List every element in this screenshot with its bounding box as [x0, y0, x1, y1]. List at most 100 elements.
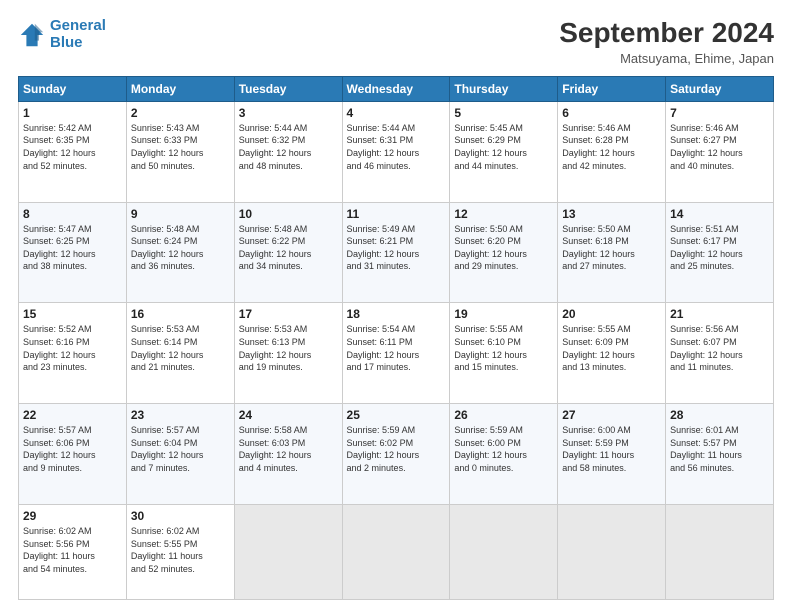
calendar-cell: 5Sunrise: 5:45 AM Sunset: 6:29 PM Daylig… [450, 101, 558, 202]
day-number: 5 [454, 106, 553, 120]
logo-blue: Blue [50, 34, 83, 51]
day-number: 15 [23, 307, 122, 321]
day-number: 8 [23, 207, 122, 221]
day-number: 26 [454, 408, 553, 422]
day-number: 29 [23, 509, 122, 523]
day-info: Sunrise: 5:46 AM Sunset: 6:28 PM Dayligh… [562, 122, 661, 172]
day-info: Sunrise: 5:43 AM Sunset: 6:33 PM Dayligh… [131, 122, 230, 172]
page: General Blue September 2024 Matsuyama, E… [0, 0, 792, 612]
calendar-cell: 21 Sunrise: 5:56 AM Sunset: 6:07 PM Dayli… [666, 303, 774, 404]
day-number: 25 [347, 408, 446, 422]
day-info: Sunrise: 6:00 AM Sunset: 5:59 PM Dayligh… [562, 424, 661, 474]
day-info: Sunrise: 5:48 AM Sunset: 6:22 PM Dayligh… [239, 223, 338, 273]
calendar-cell: 8 Sunrise: 5:47 AM Sunset: 6:25 PM Daylig… [19, 202, 127, 303]
location: Matsuyama, Ehime, Japan [559, 51, 774, 66]
logo: General Blue [18, 18, 106, 51]
day-number: 12 [454, 207, 553, 221]
day-info: Sunrise: 5:44 AM Sunset: 6:31 PM Dayligh… [347, 122, 446, 172]
calendar-cell: 16Sunrise: 5:53 AM Sunset: 6:14 PM Dayli… [126, 303, 234, 404]
calendar-cell: 19 Sunrise: 5:55 AM Sunset: 6:10 PM Dayli… [450, 303, 558, 404]
weekday-header: Monday [126, 76, 234, 101]
calendar-cell: 28 Sunrise: 6:01 AM Sunset: 5:57 PM Dayli… [666, 404, 774, 505]
calendar-cell: 25 Sunrise: 5:59 AM Sunset: 6:02 PM Dayli… [342, 404, 450, 505]
day-info: Sunrise: 5:47 AM Sunset: 6:25 PM Dayligh… [23, 223, 122, 273]
header: General Blue September 2024 Matsuyama, E… [18, 18, 774, 66]
calendar-week-row: 1 Sunrise: 5:42 AM Sunset: 6:35 PM Daylig… [19, 101, 774, 202]
day-number: 28 [670, 408, 769, 422]
day-info: Sunrise: 5:57 AM Sunset: 6:04 PM Dayligh… [131, 424, 230, 474]
weekday-header: Saturday [666, 76, 774, 101]
day-number: 22 [23, 408, 122, 422]
calendar-cell [558, 504, 666, 599]
day-number: 11 [347, 207, 446, 221]
calendar-cell [342, 504, 450, 599]
day-number: 30 [131, 509, 230, 523]
day-info: Sunrise: 5:56 AM Sunset: 6:07 PM Dayligh… [670, 323, 769, 373]
calendar-cell: 14Sunrise: 5:51 AM Sunset: 6:17 PM Dayli… [666, 202, 774, 303]
day-info: Sunrise: 6:02 AM Sunset: 5:56 PM Dayligh… [23, 525, 122, 575]
calendar-cell: 17Sunrise: 5:53 AM Sunset: 6:13 PM Dayli… [234, 303, 342, 404]
day-number: 27 [562, 408, 661, 422]
calendar-cell: 20 Sunrise: 5:55 AM Sunset: 6:09 PM Dayli… [558, 303, 666, 404]
calendar-cell: 4 Sunrise: 5:44 AM Sunset: 6:31 PM Daylig… [342, 101, 450, 202]
day-number: 6 [562, 106, 661, 120]
calendar-table: SundayMondayTuesdayWednesdayThursdayFrid… [18, 76, 774, 600]
day-number: 13 [562, 207, 661, 221]
calendar-cell: 1 Sunrise: 5:42 AM Sunset: 6:35 PM Daylig… [19, 101, 127, 202]
day-info: Sunrise: 5:59 AM Sunset: 6:02 PM Dayligh… [347, 424, 446, 474]
logo-icon [18, 21, 46, 49]
day-number: 24 [239, 408, 338, 422]
calendar-cell: 11 Sunrise: 5:49 AM Sunset: 6:21 PM Dayli… [342, 202, 450, 303]
day-info: Sunrise: 5:50 AM Sunset: 6:18 PM Dayligh… [562, 223, 661, 273]
day-number: 1 [23, 106, 122, 120]
day-info: Sunrise: 5:52 AM Sunset: 6:16 PM Dayligh… [23, 323, 122, 373]
day-number: 3 [239, 106, 338, 120]
calendar-cell: 3Sunrise: 5:44 AM Sunset: 6:32 PM Daylig… [234, 101, 342, 202]
day-info: Sunrise: 5:55 AM Sunset: 6:10 PM Dayligh… [454, 323, 553, 373]
calendar-cell [234, 504, 342, 599]
day-info: Sunrise: 6:02 AM Sunset: 5:55 PM Dayligh… [131, 525, 230, 575]
calendar-week-row: 8 Sunrise: 5:47 AM Sunset: 6:25 PM Daylig… [19, 202, 774, 303]
day-number: 7 [670, 106, 769, 120]
calendar-cell: 13 Sunrise: 5:50 AM Sunset: 6:18 PM Dayli… [558, 202, 666, 303]
day-number: 17 [239, 307, 338, 321]
calendar-cell: 15 Sunrise: 5:52 AM Sunset: 6:16 PM Dayli… [19, 303, 127, 404]
calendar-cell: 9Sunrise: 5:48 AM Sunset: 6:24 PM Daylig… [126, 202, 234, 303]
calendar-cell: 24Sunrise: 5:58 AM Sunset: 6:03 PM Dayli… [234, 404, 342, 505]
calendar-week-row: 22 Sunrise: 5:57 AM Sunset: 6:06 PM Dayli… [19, 404, 774, 505]
day-info: Sunrise: 5:54 AM Sunset: 6:11 PM Dayligh… [347, 323, 446, 373]
calendar-cell: 23 Sunrise: 5:57 AM Sunset: 6:04 PM Dayli… [126, 404, 234, 505]
title-block: September 2024 Matsuyama, Ehime, Japan [559, 18, 774, 66]
weekday-header: Friday [558, 76, 666, 101]
month-title: September 2024 [559, 18, 774, 49]
day-number: 21 [670, 307, 769, 321]
day-info: Sunrise: 6:01 AM Sunset: 5:57 PM Dayligh… [670, 424, 769, 474]
calendar-cell: 27 Sunrise: 6:00 AM Sunset: 5:59 PM Dayli… [558, 404, 666, 505]
day-info: Sunrise: 5:57 AM Sunset: 6:06 PM Dayligh… [23, 424, 122, 474]
calendar-cell: 2 Sunrise: 5:43 AM Sunset: 6:33 PM Daylig… [126, 101, 234, 202]
day-number: 18 [347, 307, 446, 321]
day-number: 2 [131, 106, 230, 120]
day-info: Sunrise: 5:48 AM Sunset: 6:24 PM Dayligh… [131, 223, 230, 273]
day-number: 4 [347, 106, 446, 120]
calendar-cell: 29 Sunrise: 6:02 AM Sunset: 5:56 PM Dayli… [19, 504, 127, 599]
calendar-week-row: 29 Sunrise: 6:02 AM Sunset: 5:56 PM Dayli… [19, 504, 774, 599]
weekday-header-row: SundayMondayTuesdayWednesdayThursdayFrid… [19, 76, 774, 101]
weekday-header: Tuesday [234, 76, 342, 101]
day-number: 23 [131, 408, 230, 422]
day-info: Sunrise: 5:55 AM Sunset: 6:09 PM Dayligh… [562, 323, 661, 373]
day-info: Sunrise: 5:53 AM Sunset: 6:14 PM Dayligh… [131, 323, 230, 373]
weekday-header: Sunday [19, 76, 127, 101]
day-number: 20 [562, 307, 661, 321]
calendar-cell [666, 504, 774, 599]
logo-general: General [50, 17, 106, 34]
day-info: Sunrise: 5:49 AM Sunset: 6:21 PM Dayligh… [347, 223, 446, 273]
calendar-cell: 12Sunrise: 5:50 AM Sunset: 6:20 PM Dayli… [450, 202, 558, 303]
calendar-cell: 22 Sunrise: 5:57 AM Sunset: 6:06 PM Dayli… [19, 404, 127, 505]
day-number: 19 [454, 307, 553, 321]
day-info: Sunrise: 5:46 AM Sunset: 6:27 PM Dayligh… [670, 122, 769, 172]
calendar-cell [450, 504, 558, 599]
weekday-header: Wednesday [342, 76, 450, 101]
day-info: Sunrise: 5:42 AM Sunset: 6:35 PM Dayligh… [23, 122, 122, 172]
day-number: 10 [239, 207, 338, 221]
